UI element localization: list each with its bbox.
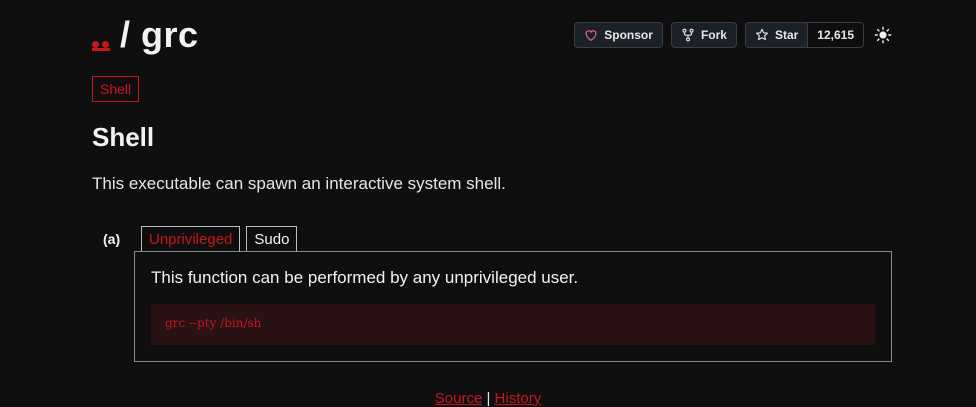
context-tabs: Unprivileged Sudo [141,226,298,252]
function-tag[interactable]: Shell [92,76,140,102]
star-label: Star [774,28,799,42]
logo-icon[interactable] [92,34,110,51]
header-actions: Sponsor Fork Star 12,615 [574,22,892,48]
footer: Source | History [0,390,976,407]
code-block[interactable]: grc --pty /bin/sh [151,304,875,345]
fork-button[interactable]: Fork [670,22,737,48]
star-group: Star 12,615 [744,22,864,48]
fork-label: Fork [700,28,727,42]
star-count[interactable]: 12,615 [808,22,864,48]
section-description: This executable can spawn an interactive… [92,174,506,193]
sponsor-button[interactable]: Sponsor [574,22,663,48]
example-label: (a) [103,231,121,247]
fork-icon [682,28,694,42]
history-link[interactable]: History [495,390,542,407]
example-panel: This function can be performed by any un… [134,251,892,362]
example-description: This function can be performed by any un… [151,268,579,287]
section-title: Shell [92,122,155,152]
tab-unprivileged[interactable]: Unprivileged [141,226,241,252]
heart-icon [585,30,597,41]
page-title: / grc [120,14,199,55]
sponsor-label: Sponsor [604,28,653,42]
star-icon [755,28,768,41]
star-button[interactable]: Star [744,22,809,48]
source-link[interactable]: Source [435,390,483,407]
page: / grc Sponsor Fork Star 12,615 Shell She… [0,0,976,407]
site-brand[interactable]: / grc [92,14,199,56]
footer-separator: | [486,390,491,407]
sun-icon[interactable] [874,26,892,44]
tab-sudo[interactable]: Sudo [246,226,298,252]
